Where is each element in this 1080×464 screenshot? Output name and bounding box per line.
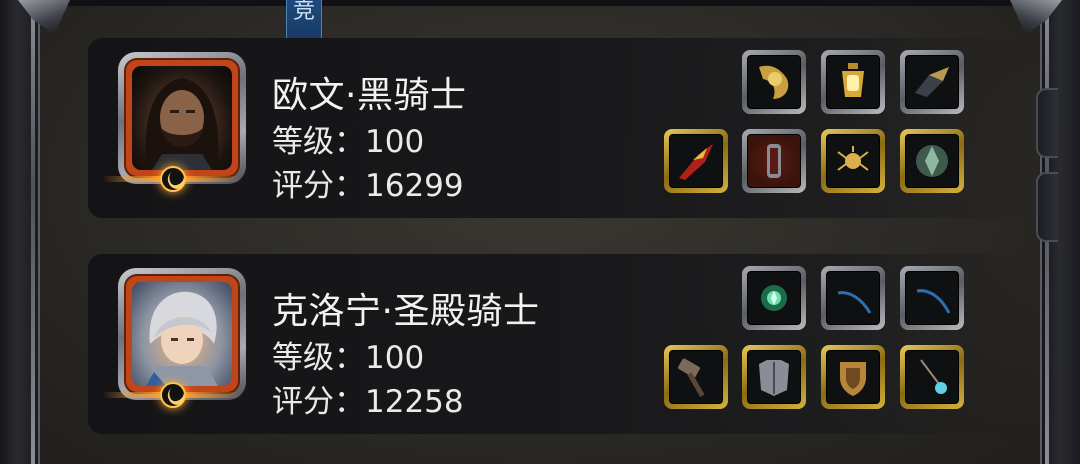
dark-gauntlet-icon — [905, 55, 959, 109]
red-claw-weapon-icon — [669, 134, 723, 188]
hero-portrait-frame[interactable] — [118, 268, 246, 400]
hero-score: 评分：12258 — [272, 384, 464, 420]
portrait-border — [124, 58, 240, 178]
hero-name: 克洛宁·圣殿骑士 — [272, 291, 540, 332]
equip-slot[interactable] — [821, 129, 885, 193]
green-crest-shield-icon — [905, 134, 959, 188]
hero-level: 等级：100 — [272, 124, 425, 160]
portrait-moon-emblem — [98, 382, 246, 408]
blue-bow-icon — [905, 271, 959, 325]
hero-card-1[interactable]: 欧文·黑骑士 等级：100 评分：16299 — [88, 38, 1040, 218]
hero-card-2[interactable]: 克洛宁·圣殿骑士 等级：100 评分：12258 — [88, 254, 1040, 434]
equip-slot[interactable] — [821, 266, 885, 330]
hero-score: 评分：16299 — [272, 168, 464, 204]
golden-shield-icon — [826, 350, 880, 404]
golden-shoulder-armor-icon — [747, 55, 801, 109]
hero-name: 欧文·黑骑士 — [272, 75, 467, 116]
panel-top-edge — [44, 0, 1034, 6]
hero-portrait-frame[interactable] — [118, 52, 246, 184]
equip-slot[interactable] — [742, 345, 806, 409]
equip-slot[interactable] — [742, 266, 806, 330]
silver-haired-knight-portrait — [132, 282, 232, 386]
equip-slot[interactable] — [742, 129, 806, 193]
equip-slot[interactable] — [664, 345, 728, 409]
blue-pendant-icon — [905, 350, 959, 404]
portrait-border — [124, 274, 240, 394]
golden-lantern-icon — [826, 55, 880, 109]
equip-slot[interactable] — [900, 345, 964, 409]
red-cape-armor-icon — [747, 134, 801, 188]
portrait-moon-emblem — [98, 166, 246, 192]
green-orb-gem-icon — [747, 271, 801, 325]
equip-slot[interactable] — [821, 345, 885, 409]
war-hammer-icon — [669, 350, 723, 404]
dark-haired-knight-portrait — [132, 66, 232, 170]
equip-slot[interactable] — [664, 129, 728, 193]
spider-amulet-icon — [826, 134, 880, 188]
equip-slot[interactable] — [900, 266, 964, 330]
hero-level: 等级：100 — [272, 340, 425, 376]
equip-slot[interactable] — [900, 129, 964, 193]
equip-slot[interactable] — [900, 50, 964, 114]
equip-slot[interactable] — [742, 50, 806, 114]
arena-tab[interactable]: 竞 — [286, 0, 322, 42]
blue-bow-icon — [826, 271, 880, 325]
equip-slot[interactable] — [821, 50, 885, 114]
arena-tab-label: 竞 — [292, 0, 315, 24]
steel-chestplate-icon — [747, 350, 801, 404]
frame-left-border — [0, 0, 40, 464]
